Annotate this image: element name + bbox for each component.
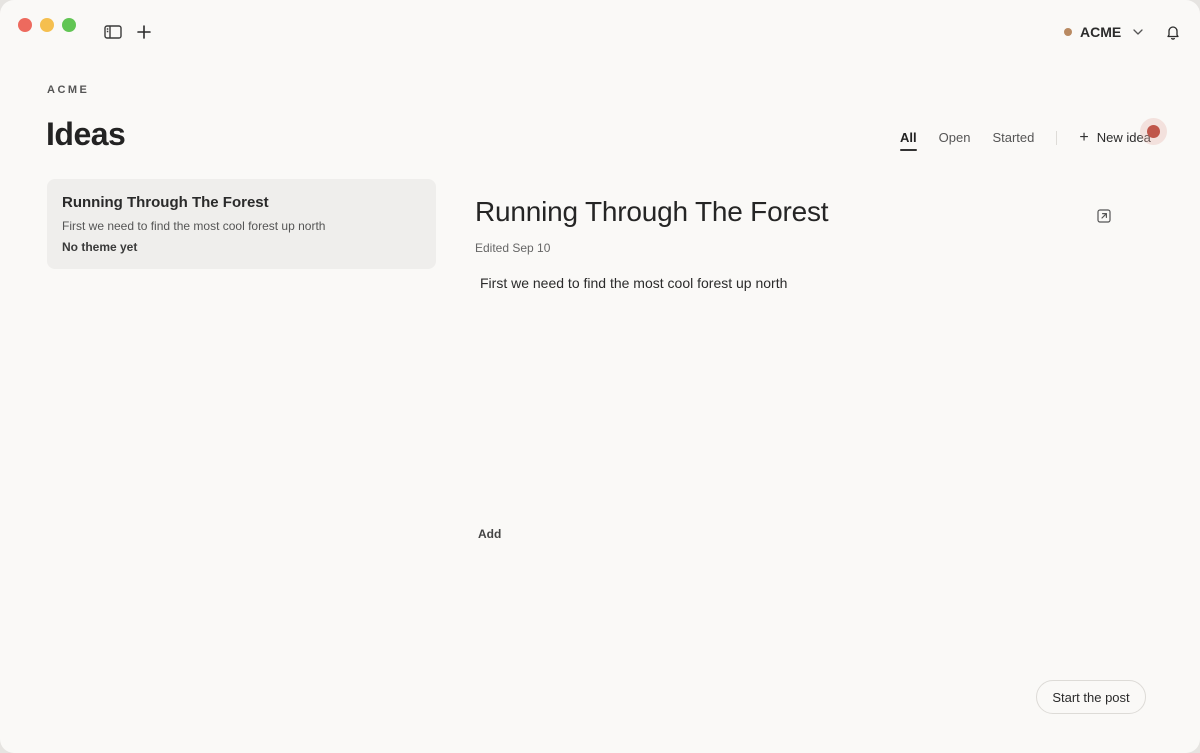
plus-icon: + [1079, 128, 1089, 146]
chevron-down-icon [1131, 25, 1145, 39]
bell-icon[interactable] [1163, 22, 1183, 42]
workspace-name: ACME [1080, 24, 1122, 40]
plus-icon[interactable] [134, 22, 154, 42]
app-window: ACME ACME Ideas All Open Started + New i… [0, 0, 1200, 753]
start-post-button[interactable]: Start the post [1036, 680, 1146, 714]
workspace-color-dot [1064, 28, 1072, 36]
tab-all[interactable]: All [900, 130, 917, 151]
tab-open[interactable]: Open [939, 130, 971, 151]
idea-card-title: Running Through The Forest [62, 194, 269, 211]
open-external-icon[interactable] [1097, 209, 1111, 223]
idea-card[interactable]: Running Through The Forest First we need… [47, 179, 436, 269]
idea-body-text[interactable]: First we need to find the most cool fore… [480, 275, 787, 291]
idea-card-theme: No theme yet [62, 240, 138, 254]
filter-tabs: All Open Started + New idea [900, 128, 1151, 151]
tab-started[interactable]: Started [992, 130, 1034, 151]
idea-detail-title[interactable]: Running Through The Forest [475, 196, 829, 228]
maximize-window-button[interactable] [62, 18, 76, 32]
tab-divider [1056, 130, 1058, 145]
minimize-window-button[interactable] [40, 18, 54, 32]
sidebar-toggle-icon[interactable] [103, 22, 123, 42]
close-window-button[interactable] [18, 18, 32, 32]
add-button[interactable]: Add [478, 527, 501, 541]
idea-card-description: First we need to find the most cool fore… [62, 219, 326, 233]
window-controls [18, 18, 76, 32]
page-title: Ideas [46, 116, 126, 152]
edited-timestamp: Edited Sep 10 [475, 241, 551, 255]
cursor-dot [1147, 125, 1160, 138]
workspace-switcher[interactable]: ACME [1064, 22, 1145, 42]
org-label: ACME [47, 84, 90, 96]
